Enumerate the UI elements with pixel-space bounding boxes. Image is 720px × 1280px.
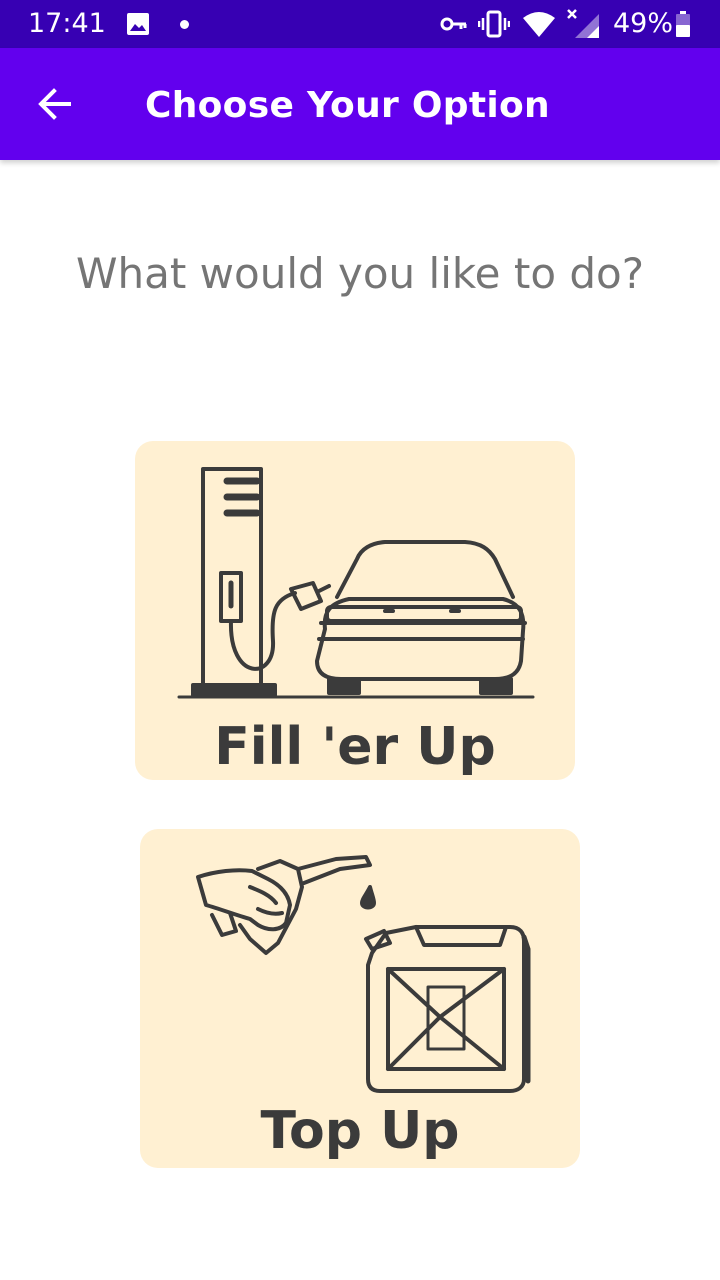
fuel-pump-car-icon bbox=[177, 467, 535, 699]
fuel-nozzle-jerrycan-icon bbox=[196, 855, 531, 1093]
battery-icon bbox=[676, 11, 690, 37]
battery-percent: 49% bbox=[613, 8, 674, 39]
top-up-label: Top Up bbox=[260, 1101, 460, 1161]
wifi-icon bbox=[523, 12, 555, 37]
gallery-icon bbox=[127, 13, 149, 35]
back-button[interactable] bbox=[26, 76, 82, 132]
page-title: Choose Your Option bbox=[145, 85, 550, 126]
top-up-card[interactable]: Top Up bbox=[140, 829, 580, 1168]
status-bar: 17:41 49% bbox=[0, 0, 720, 48]
vpn-key-icon bbox=[440, 17, 467, 31]
vibrate-icon bbox=[478, 10, 510, 38]
fill-er-up-card[interactable]: Fill 'er Up bbox=[135, 441, 575, 780]
fill-er-up-label: Fill 'er Up bbox=[214, 717, 496, 777]
notification-dot-icon bbox=[180, 20, 189, 29]
status-time: 17:41 bbox=[28, 8, 106, 39]
question-text: What would you like to do? bbox=[75, 249, 645, 298]
arrow-back-icon bbox=[38, 88, 71, 120]
signal-icon bbox=[567, 9, 599, 38]
app-bar: Choose Your Option bbox=[0, 48, 720, 160]
